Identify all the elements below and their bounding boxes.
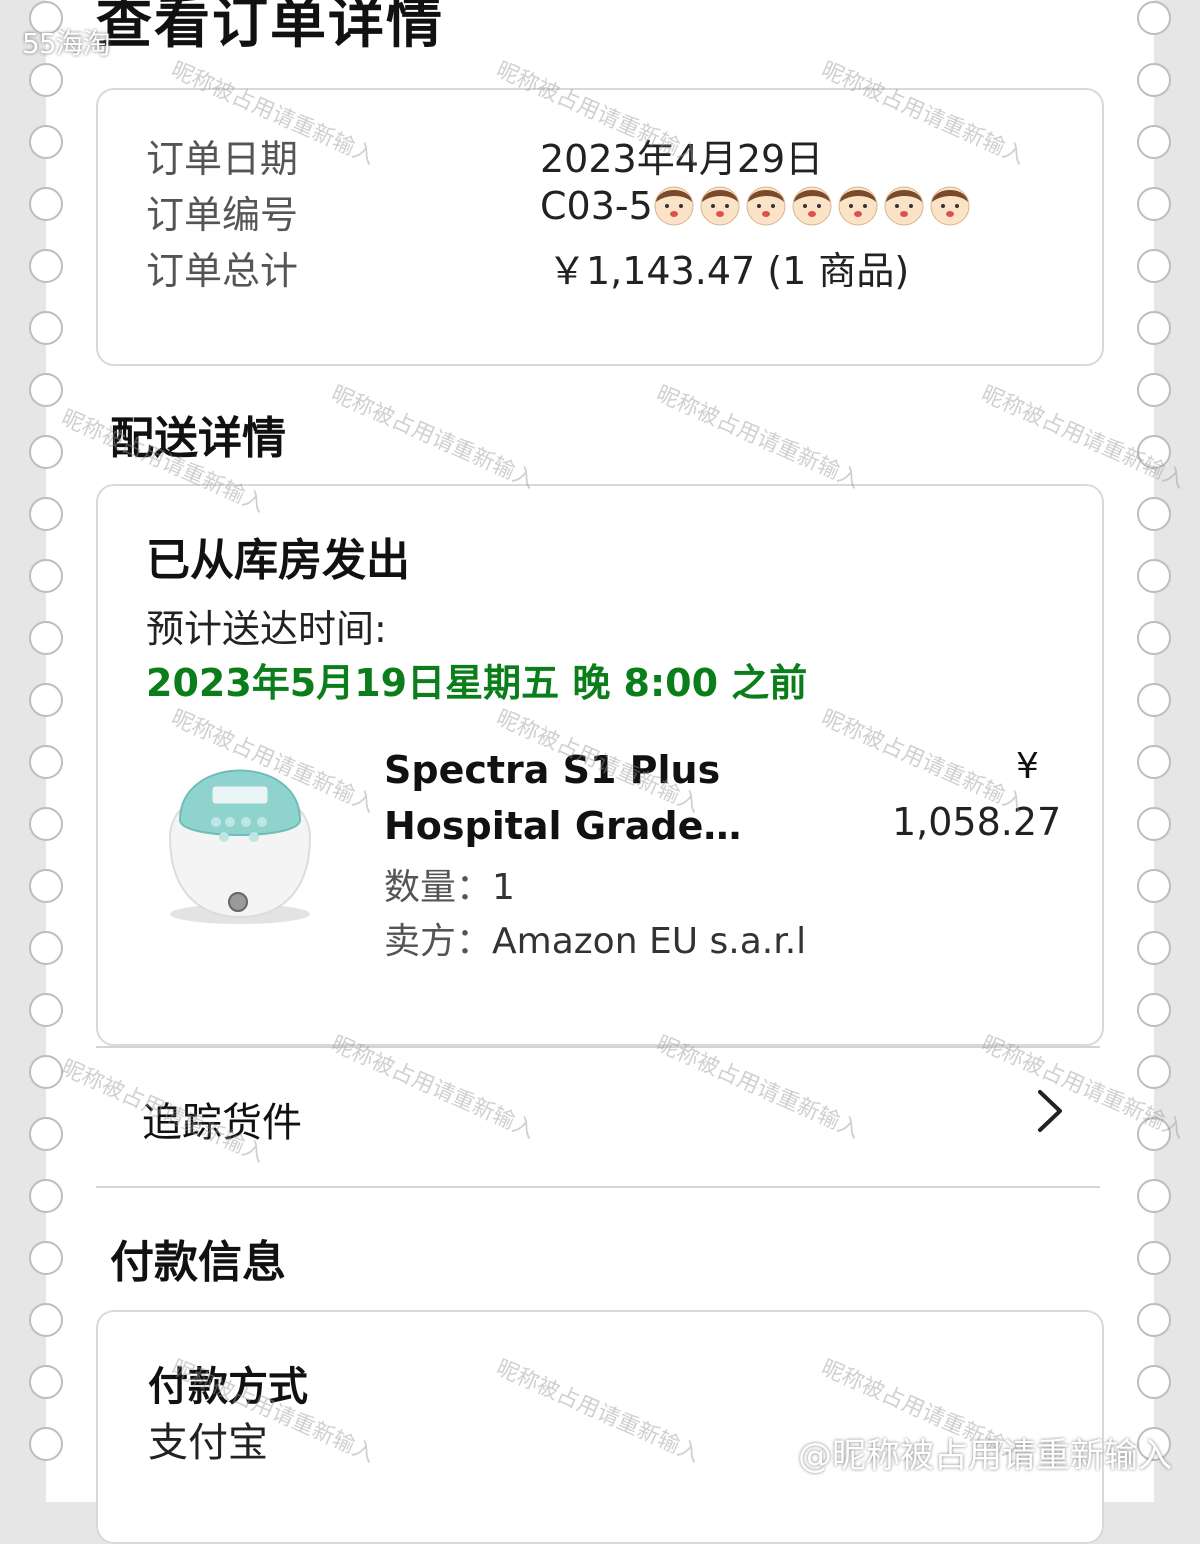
stamp-edge-right [1152, 0, 1200, 1502]
payment-method-value: 支付宝 [148, 1420, 268, 1466]
eta-value: 2023年5月19日星期五 晚 8:00 之前 [146, 661, 808, 705]
divider [96, 1046, 1100, 1048]
chevron-right-icon[interactable] [1030, 1088, 1070, 1134]
order-total-value: ￥1,143.47 (1 商品) [548, 249, 910, 293]
payment-section-title: 付款信息 [110, 1237, 286, 1288]
seller-label: 卖方： [384, 921, 493, 962]
cartoon-face-sticker [700, 186, 740, 226]
payment-method-label: 付款方式 [148, 1364, 308, 1410]
quantity-value: 1 [492, 867, 515, 908]
cartoon-face-sticker [746, 186, 786, 226]
stamp-strip-right [1128, 0, 1154, 1502]
product-name-line2: Hospital Grade… [384, 804, 742, 848]
track-package-label[interactable]: 追踪货件 [142, 1090, 302, 1148]
divider [96, 1186, 1100, 1188]
seller-value: Amazon EU s.a.r.l [492, 921, 807, 962]
order-date-value: 2023年4月29日 [540, 137, 824, 181]
price-currency: ¥ [1016, 746, 1039, 787]
order-number-label: 订单编号 [146, 193, 299, 237]
footer-watermark: @昵称被占用请重新输入 [798, 1436, 1172, 1476]
cartoon-face-sticker [792, 186, 832, 226]
stamp-edge-left [0, 0, 48, 1502]
price-value: 1,058.27 [892, 800, 1062, 844]
quantity-label: 数量： [384, 867, 493, 908]
cartoon-face-sticker [838, 186, 878, 226]
shipment-status: 已从库房发出 [146, 535, 410, 586]
redaction-stickers [652, 182, 972, 226]
delivery-section-title: 配送详情 [110, 413, 286, 464]
quantity: 数量：1 [384, 858, 515, 910]
cartoon-face-sticker [884, 186, 924, 226]
cartoon-face-sticker [654, 186, 694, 226]
eta-label: 预计送达时间: [146, 607, 387, 651]
seller: 卖方：Amazon EU s.a.r.l [384, 912, 806, 964]
stamp-strip-left [46, 0, 72, 1502]
order-number-value: C03-5 [540, 184, 653, 228]
product-name-line1: Spectra S1 Plus [384, 748, 721, 792]
order-total-label: 订单总计 [146, 249, 299, 293]
page-title: 查看订单详情 [96, 0, 444, 56]
brand-watermark: 55海淘 [22, 27, 111, 60]
order-date-label: 订单日期 [146, 137, 299, 181]
cartoon-face-sticker [930, 186, 970, 226]
product-image[interactable] [150, 742, 330, 932]
product-name[interactable]: Spectra S1 Plus Hospital Grade… [384, 742, 784, 854]
